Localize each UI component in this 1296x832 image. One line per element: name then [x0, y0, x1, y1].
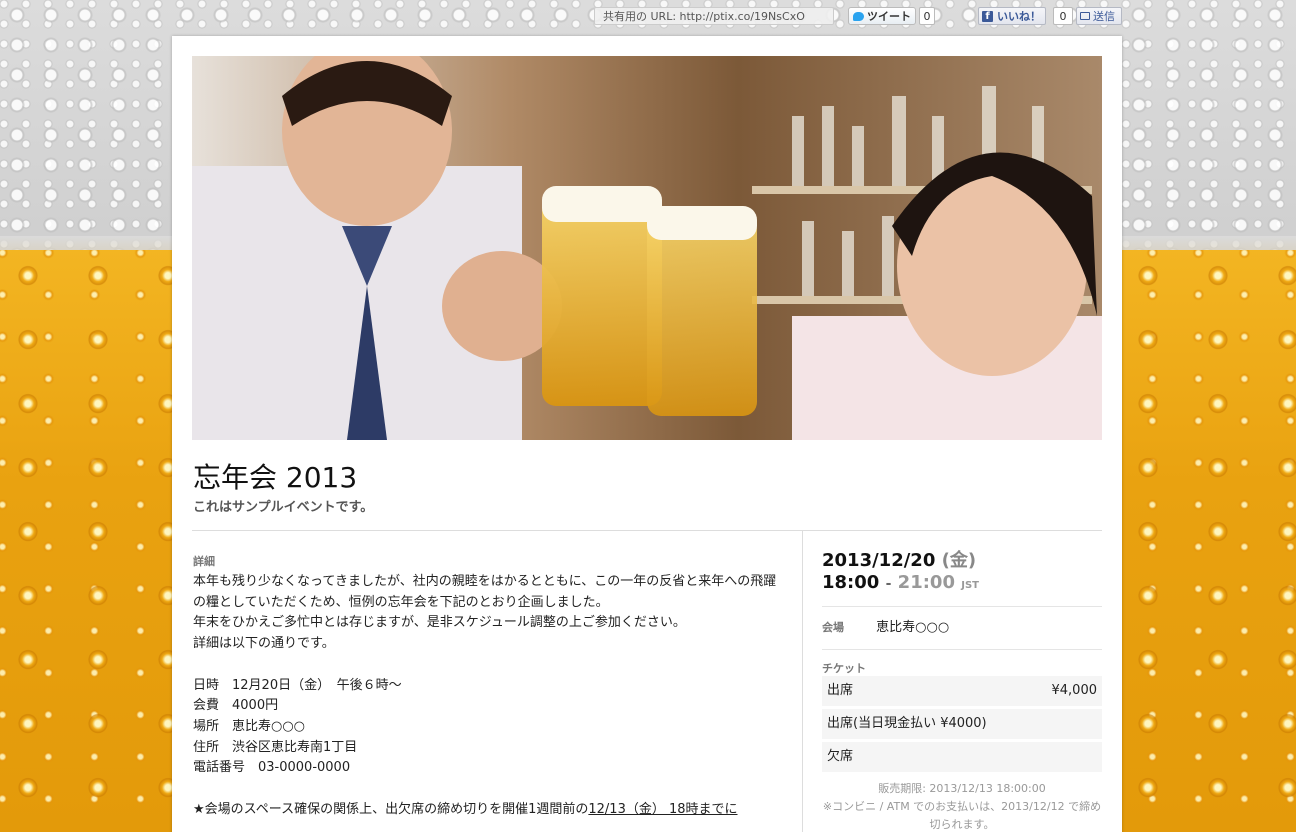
info-line-datetime: 日時 12月20日（金） 午後６時～: [193, 677, 402, 693]
sidebar-divider: [822, 606, 1102, 607]
ticket-option[interactable]: 欠席: [822, 742, 1102, 772]
venue-row: 会場 恵比寿○○○: [822, 613, 1102, 643]
event-title: 忘年会 2013: [193, 461, 358, 494]
ticket-option[interactable]: 出席 ¥4,000: [822, 676, 1102, 706]
like-count: 0: [1053, 7, 1073, 25]
timezone: JST: [961, 580, 979, 591]
venue-name[interactable]: 恵比寿○○○: [876, 620, 949, 635]
tweet-label: ツイート: [867, 10, 911, 23]
description-paragraph: 本年も残り少なくなってきましたが、社内の親睦をはかるとともに、この一年の反省と来…: [193, 574, 777, 610]
end-time: 21:00: [897, 572, 955, 593]
share-url-field[interactable]: 共有用の URL: http://ptix.co/19NsCxO: [594, 7, 834, 25]
blank-line: ​: [193, 779, 783, 800]
time-separator: -: [885, 576, 892, 592]
day-of-week: (金): [941, 550, 977, 571]
send-icon: [1080, 12, 1090, 20]
event-time: 18:00 - 21:00 JST: [822, 572, 1102, 600]
send-label: 送信: [1093, 10, 1115, 23]
date-value: 2013/12/20: [822, 550, 936, 571]
share-bar: 共有用の URL: http://ptix.co/19NsCxO ツイート 0 …: [0, 6, 1296, 28]
event-subtitle: これはサンプルイベントです。: [193, 500, 374, 515]
event-sidebar: 2013/12/20 (金) 18:00 - 21:00 JST 会場 恵比寿○…: [822, 546, 1102, 832]
sale-note: 販売期限: 2013/12/13 18:00:00 ※コンビニ / ATM での…: [822, 780, 1102, 832]
twitter-bird-icon: [853, 12, 864, 21]
info-line-phone: 電話番号 03-0000-0000: [193, 760, 351, 776]
tweet-count: 0: [919, 7, 935, 25]
sale-deadline: 販売期限: 2013/12/13 18:00:00: [878, 782, 1046, 795]
ticket-name: 出席(当日現金払い ¥4000): [827, 716, 987, 731]
hero-image: [192, 56, 1102, 440]
facebook-icon: f: [982, 11, 993, 22]
tickets-label: チケット: [822, 662, 866, 675]
convenience-note: ※コンビニ / ATM でのお支払いは、2013/12/12 で締め切られます。: [822, 800, 1102, 831]
ticket-option[interactable]: 出席(当日現金払い ¥4000): [822, 709, 1102, 739]
facebook-like-button[interactable]: f いいね！: [978, 7, 1046, 25]
notice-text: ★会場のスペース確保の関係上、出欠席の締め切りを開催1週間前の: [193, 801, 589, 817]
tweet-button[interactable]: ツイート: [848, 7, 916, 25]
like-label: いいね！: [997, 10, 1041, 23]
section-divider: [192, 530, 1102, 531]
ticket-name: 出席: [827, 683, 854, 698]
start-time: 18:00: [822, 572, 880, 593]
info-line-fee: 会費 4000円: [193, 698, 279, 714]
info-line-place: 場所 恵比寿○○○: [193, 718, 306, 734]
event-date: 2013/12/20 (金): [822, 546, 1102, 572]
info-line-address: 住所 渋谷区恵比寿南1丁目: [193, 739, 358, 755]
description-paragraph: 年末をひかえご多忙中とは存じますが、是非スケジュール調整の上ご参加ください。: [193, 615, 686, 631]
sidebar-divider: [822, 649, 1102, 650]
details-label: 詳細: [193, 555, 215, 568]
deadline-notice: ★会場のスペース確保の関係上、出欠席の締め切りを開催1週間前の12/13（金） …: [193, 800, 783, 821]
event-card: 忘年会 2013 これはサンプルイベントです。 詳細 本年も残り少なくなってきま…: [172, 36, 1122, 832]
ticket-name: 欠席: [827, 749, 854, 764]
notice-deadline: 12/13（金） 18時までに: [588, 801, 738, 817]
blank-line: ​: [193, 655, 783, 676]
column-divider: [802, 531, 803, 832]
event-description: 本年も残り少なくなってきましたが、社内の親睦をはかるとともに、この一年の反省と来…: [193, 572, 783, 820]
hero-illustration: [192, 56, 1102, 440]
venue-label: 会場: [822, 621, 844, 634]
ticket-price: ¥4,000: [1051, 683, 1098, 698]
facebook-send-button[interactable]: 送信: [1076, 7, 1122, 25]
description-paragraph: 詳細は以下の通りです。: [193, 636, 335, 652]
